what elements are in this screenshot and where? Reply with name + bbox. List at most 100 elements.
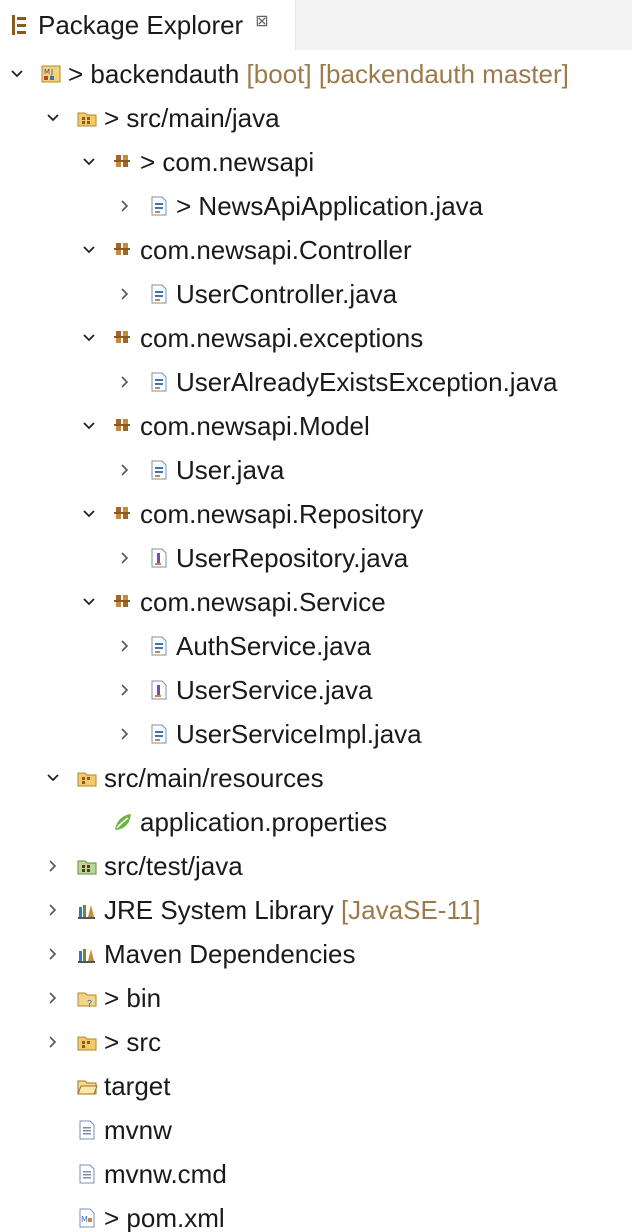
chevron-right-icon[interactable] xyxy=(42,888,66,932)
tree-item-src-main-resources[interactable]: src/main/resources xyxy=(0,756,632,800)
tree-item-name: application.properties xyxy=(140,807,388,837)
tree-item-label: mvnw.cmd xyxy=(104,1158,227,1190)
svg-text:M: M xyxy=(81,1215,88,1224)
tree-item-pkg-service[interactable]: com.newsapi.Service xyxy=(0,580,632,624)
tree-item-name: UserController.java xyxy=(176,279,398,309)
svg-text:M: M xyxy=(44,68,50,76)
tree-item-name: bin xyxy=(126,983,162,1013)
view-title: Package Explorer xyxy=(38,9,244,40)
tree-item-folder-bin[interactable]: ? > bin xyxy=(0,976,632,1020)
tree-item-name: src/test/java xyxy=(104,851,243,881)
tree-item-file-authservice[interactable]: AuthService.java xyxy=(0,624,632,668)
tree-item-label: > src/main/java xyxy=(104,102,280,134)
tree-item-label: User.java xyxy=(176,454,284,486)
java-class-icon xyxy=(148,371,170,393)
tree-item-file-newsapiapplication[interactable]: > NewsApiApplication.java xyxy=(0,184,632,228)
java-interface-icon xyxy=(148,547,170,569)
tree-item-name: mvnw xyxy=(104,1115,172,1145)
tree-item-name: backendauth xyxy=(90,59,240,89)
tree-item-label: com.newsapi.exceptions xyxy=(140,322,423,354)
tree-item-src-test-java[interactable]: src/test/java xyxy=(0,844,632,888)
tree-item-maven-dependencies[interactable]: Maven Dependencies xyxy=(0,932,632,976)
tree-item-name: com.newsapi.Model xyxy=(140,411,370,441)
view-tab-bar: Package Explorer ⊠ xyxy=(0,0,632,50)
chevron-down-icon[interactable] xyxy=(78,580,102,624)
chevron-down-icon[interactable] xyxy=(78,316,102,360)
tree-item-src-main-java[interactable]: > src/main/java xyxy=(0,96,632,140)
tree-item-label: com.newsapi.Service xyxy=(140,586,386,618)
tree-item-name: JRE System Library xyxy=(104,895,334,925)
tree-item-name: NewsApiApplication.java xyxy=(198,191,484,221)
tree-item-project[interactable]: M J > backendauth [boot] [backendauth mast… xyxy=(0,52,632,96)
chevron-right-icon[interactable] xyxy=(114,536,138,580)
tree-item-file-usercontroller[interactable]: UserController.java xyxy=(0,272,632,316)
git-dirty-marker: > xyxy=(104,1027,127,1057)
tree-item-label: application.properties xyxy=(140,806,387,838)
tree-item-name: com.newsapi.Service xyxy=(140,587,386,617)
chevron-right-icon[interactable] xyxy=(42,844,66,888)
tree-item-name: AuthService.java xyxy=(176,631,372,661)
text-file-icon xyxy=(76,1163,98,1185)
chevron-right-icon[interactable] xyxy=(114,624,138,668)
chevron-right-icon[interactable] xyxy=(42,1020,66,1064)
chevron-right-icon[interactable] xyxy=(114,712,138,756)
chevron-right-icon[interactable] xyxy=(114,668,138,712)
tab-package-explorer[interactable]: Package Explorer ⊠ xyxy=(0,0,296,50)
package-icon xyxy=(112,415,134,437)
tree-item-pkg-exceptions[interactable]: com.newsapi.exceptions xyxy=(0,316,632,360)
tree-item-label: target xyxy=(104,1070,171,1102)
tree-item-file-application-properties[interactable]: application.properties xyxy=(0,800,632,844)
close-icon[interactable]: ⊠ xyxy=(255,11,268,31)
svg-text:?: ? xyxy=(87,999,92,1009)
folder-icon xyxy=(76,1075,98,1097)
tree-item-label: mvnw xyxy=(104,1114,172,1146)
tree-item-jre-library[interactable]: JRE System Library [JavaSE-11] xyxy=(0,888,632,932)
chevron-right-icon[interactable] xyxy=(114,184,138,228)
tree-item-file-mvnw-cmd[interactable]: mvnw.cmd xyxy=(0,1152,632,1196)
tree-item-pkg-newsapi[interactable]: > com.newsapi xyxy=(0,140,632,184)
tree-item-label: > src xyxy=(104,1026,161,1058)
chevron-down-icon[interactable] xyxy=(78,228,102,272)
tree-item-folder-target[interactable]: target xyxy=(0,1064,632,1108)
library-icon xyxy=(76,943,98,965)
tree-item-label: src/test/java xyxy=(104,850,243,882)
tree-item-name: com.newsapi.exceptions xyxy=(140,323,424,353)
chevron-right-icon[interactable] xyxy=(114,448,138,492)
chevron-down-icon[interactable] xyxy=(42,756,66,800)
tree-item-file-userrepository[interactable]: UserRepository.java xyxy=(0,536,632,580)
chevron-right-icon[interactable] xyxy=(114,272,138,316)
chevron-down-icon[interactable] xyxy=(78,140,102,184)
chevron-down-icon[interactable] xyxy=(6,52,30,96)
tree-item-pkg-controller[interactable]: com.newsapi.Controller xyxy=(0,228,632,272)
tree-item-name: User.java xyxy=(176,455,285,485)
tree-item-label: com.newsapi.Controller xyxy=(140,234,412,266)
tree-item-file-userservice[interactable]: UserService.java xyxy=(0,668,632,712)
chevron-down-icon[interactable] xyxy=(42,96,66,140)
java-interface-icon xyxy=(148,679,170,701)
tree-item-name: UserService.java xyxy=(176,675,373,705)
chevron-down-icon[interactable] xyxy=(78,492,102,536)
text-file-icon xyxy=(76,1119,98,1141)
tree-item-label: > bin xyxy=(104,982,161,1014)
changed-folder-icon xyxy=(76,1031,98,1053)
tree-item-name: mvnw.cmd xyxy=(104,1159,227,1189)
chevron-right-icon[interactable] xyxy=(42,932,66,976)
tree-item-pkg-repository[interactable]: com.newsapi.Repository xyxy=(0,492,632,536)
untracked-folder-icon: ? xyxy=(76,987,98,1010)
tree-item-file-userserviceimpl[interactable]: UserServiceImpl.java xyxy=(0,712,632,756)
chevron-right-icon[interactable] xyxy=(114,360,138,404)
tree-item-label: JRE System Library [JavaSE-11] xyxy=(104,894,481,926)
tree-item-file-useralreadyexists[interactable]: UserAlreadyExistsException.java xyxy=(0,360,632,404)
tree-item-label: > com.newsapi xyxy=(140,146,314,178)
tree-item-name: com.newsapi xyxy=(162,147,315,177)
tree-item-file-user[interactable]: User.java xyxy=(0,448,632,492)
java-class-icon xyxy=(148,195,170,217)
tree-item-pkg-model[interactable]: com.newsapi.Model xyxy=(0,404,632,448)
library-icon xyxy=(76,899,98,921)
chevron-down-icon[interactable] xyxy=(78,404,102,448)
tree-item-file-pom[interactable]: M > pom.xml xyxy=(0,1196,632,1232)
tree-item-file-mvnw[interactable]: mvnw xyxy=(0,1108,632,1152)
tree-item-label: > NewsApiApplication.java xyxy=(176,190,483,222)
chevron-right-icon[interactable] xyxy=(42,976,66,1020)
tree-item-folder-src[interactable]: > src xyxy=(0,1020,632,1064)
